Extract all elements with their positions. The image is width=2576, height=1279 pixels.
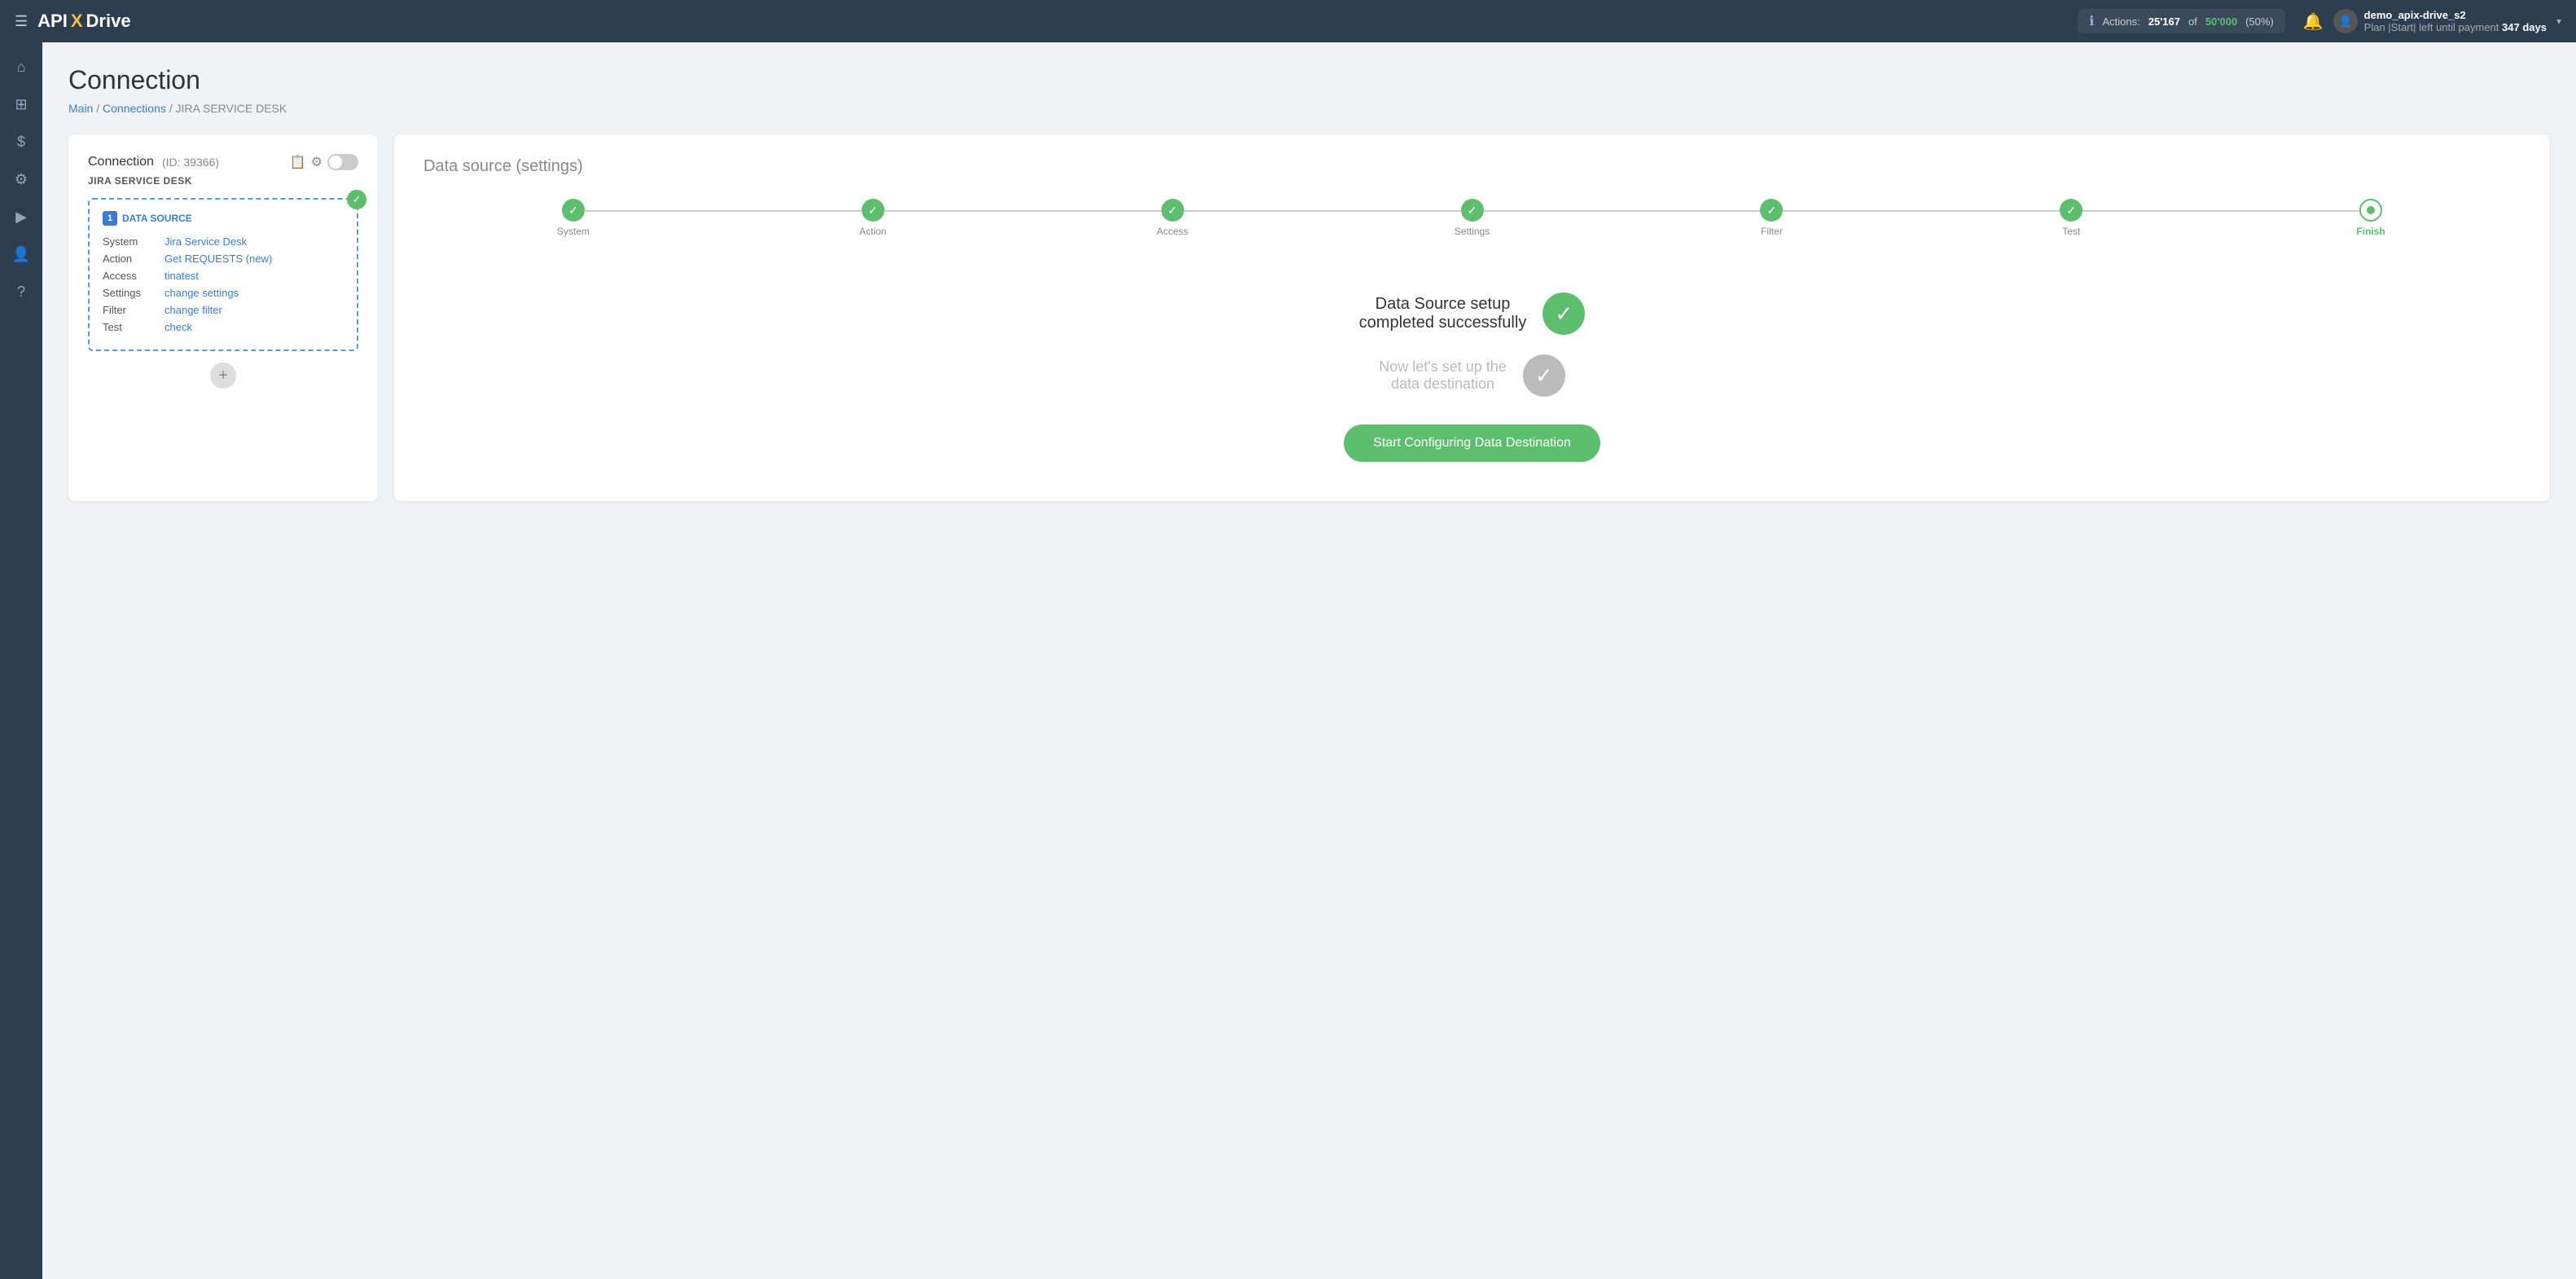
step-circle-access: ✓ xyxy=(1161,199,1184,222)
success-secondary-text: Now let's set up thedata destination xyxy=(1379,358,1507,393)
ds-row-system: System Jira Service Desk xyxy=(103,235,344,248)
step-circle-settings: ✓ xyxy=(1461,199,1484,222)
card-header: Connection (ID: 39366) 📋 ⚙ xyxy=(88,154,358,170)
step-access: ✓ Access xyxy=(1023,199,1323,237)
sidebar-item-tools[interactable]: ⚙ xyxy=(5,163,37,196)
datasource-check-icon: ✓ xyxy=(347,190,366,209)
sidebar-item-user[interactable]: 👤 xyxy=(5,238,37,270)
right-card-title-settings: (settings) xyxy=(516,157,582,175)
logo: APIXDrive xyxy=(37,11,130,32)
step-label-finish: Finish xyxy=(2356,226,2385,237)
datasource-label-text: DATA SOURCE xyxy=(122,213,192,224)
settings-icon[interactable]: ⚙ xyxy=(311,154,323,170)
sidebar: ⌂ ⊞ $ ⚙ ▶ 👤 ? xyxy=(0,42,42,1279)
success-row-secondary: Now let's set up thedata destination ✓ xyxy=(1379,354,1565,397)
step-label-access: Access xyxy=(1156,226,1188,237)
user-avatar: 👤 xyxy=(2333,9,2358,33)
breadcrumb-current: JIRA SERVICE DESK xyxy=(176,102,287,115)
card-icons: 📋 ⚙ xyxy=(290,154,358,170)
add-btn-container: + xyxy=(88,363,358,389)
datasource-label: 1 DATA SOURCE xyxy=(103,211,344,226)
right-card-title: Data source (settings) xyxy=(423,157,2521,176)
success-check-green-icon: ✓ xyxy=(1543,292,1585,335)
ds-val-access[interactable]: tinatest xyxy=(165,270,199,282)
card-id: (ID: 39366) xyxy=(162,156,219,169)
main-content: Connection Main / Connections / JIRA SER… xyxy=(42,42,2576,1279)
copy-icon[interactable]: 📋 xyxy=(290,154,306,170)
step-label-settings: Settings xyxy=(1455,226,1490,237)
sidebar-item-help[interactable]: ? xyxy=(5,275,37,308)
step-test: ✓ Test xyxy=(1921,199,2221,237)
page-title: Connection xyxy=(68,65,2550,95)
actions-of-text: of xyxy=(2188,15,2197,28)
step-circle-test: ✓ xyxy=(2060,199,2082,222)
cards-row: Connection (ID: 39366) 📋 ⚙ JIRA SERVICE … xyxy=(68,134,2550,501)
step-finish: Finish xyxy=(2221,199,2521,237)
step-label-filter: Filter xyxy=(1761,226,1783,237)
ds-val-action[interactable]: Get REQUESTS (new) xyxy=(165,253,272,265)
step-filter: ✓ Filter xyxy=(1622,199,1921,237)
card-subtitle: JIRA SERVICE DESK xyxy=(88,175,358,187)
add-datasource-button[interactable]: + xyxy=(210,363,236,389)
ds-row-settings: Settings change settings xyxy=(103,287,344,299)
actions-pill: ℹ Actions: 25'167 of 50'000 (50%) xyxy=(2078,9,2284,33)
success-primary-text: Data Source setupcompleted successfully xyxy=(1359,295,1527,332)
breadcrumb-connections[interactable]: Connections xyxy=(103,102,166,115)
actions-count: 25'167 xyxy=(2148,15,2180,28)
step-system: ✓ System xyxy=(423,199,723,237)
sidebar-item-play[interactable]: ▶ xyxy=(5,200,37,233)
step-label-test: Test xyxy=(2062,226,2080,237)
breadcrumb-main[interactable]: Main xyxy=(68,102,93,115)
user-info: demo_apix-drive_s2 Plan |Start| left unt… xyxy=(2364,9,2547,33)
actions-label: Actions: xyxy=(2102,15,2139,28)
user-section: 👤 demo_apix-drive_s2 Plan |Start| left u… xyxy=(2333,9,2561,33)
datasource-num: 1 xyxy=(103,211,117,226)
ds-val-settings[interactable]: change settings xyxy=(165,287,239,299)
logo-x: X xyxy=(71,11,83,32)
step-label-system: System xyxy=(557,226,590,237)
ds-row-test: Test check xyxy=(103,321,344,333)
start-configuring-button[interactable]: Start Configuring Data Destination xyxy=(1344,424,1600,462)
ds-row-access: Access tinatest xyxy=(103,270,344,282)
chevron-down-icon[interactable]: ▾ xyxy=(2556,15,2561,27)
sidebar-item-grid[interactable]: ⊞ xyxy=(5,88,37,121)
menu-hamburger-icon[interactable]: ☰ xyxy=(15,13,28,30)
step-circle-system: ✓ xyxy=(562,199,585,222)
left-card: Connection (ID: 39366) 📋 ⚙ JIRA SERVICE … xyxy=(68,134,378,501)
card-title: Connection xyxy=(88,155,154,169)
sidebar-item-billing[interactable]: $ xyxy=(5,125,37,158)
step-circle-finish xyxy=(2359,199,2382,222)
step-action: ✓ Action xyxy=(723,199,1023,237)
step-circle-filter: ✓ xyxy=(1760,199,1783,222)
logo-api: API xyxy=(37,11,68,32)
bell-button[interactable]: 🔔 xyxy=(2303,11,2324,32)
actions-pct: (50%) xyxy=(2245,15,2274,28)
ds-row-action: Action Get REQUESTS (new) xyxy=(103,253,344,265)
success-section: Data Source setupcompleted successfully … xyxy=(423,276,2521,478)
success-check-gray-icon: ✓ xyxy=(1523,354,1565,397)
ds-val-test[interactable]: check xyxy=(165,321,192,333)
success-row-primary: Data Source setupcompleted successfully … xyxy=(1359,292,1586,335)
user-name: demo_apix-drive_s2 xyxy=(2364,9,2547,21)
sidebar-item-home[interactable]: ⌂ xyxy=(5,51,37,83)
toggle-switch[interactable] xyxy=(327,154,358,170)
info-icon: ℹ xyxy=(2089,13,2094,29)
logo-drive: Drive xyxy=(86,11,131,32)
steps-row: ✓ System ✓ Action ✓ Access ✓ Settings xyxy=(423,199,2521,237)
user-plan: Plan |Start| left until payment 347 days xyxy=(2364,21,2547,33)
breadcrumb: Main / Connections / JIRA SERVICE DESK xyxy=(68,102,2550,115)
right-card-title-text: Data source xyxy=(423,157,511,175)
step-circle-action: ✓ xyxy=(862,199,884,222)
step-settings: ✓ Settings xyxy=(1323,199,1622,237)
ds-row-filter: Filter change filter xyxy=(103,304,344,316)
right-card: Data source (settings) ✓ System ✓ Action… xyxy=(394,134,2550,501)
topnav: ☰ APIXDrive ℹ Actions: 25'167 of 50'000 … xyxy=(0,0,2576,42)
step-label-action: Action xyxy=(859,226,886,237)
actions-total: 50'000 xyxy=(2205,15,2237,28)
ds-val-filter[interactable]: change filter xyxy=(165,304,222,316)
datasource-box: ✓ 1 DATA SOURCE System Jira Service Desk… xyxy=(88,198,358,351)
ds-val-system[interactable]: Jira Service Desk xyxy=(165,235,247,248)
